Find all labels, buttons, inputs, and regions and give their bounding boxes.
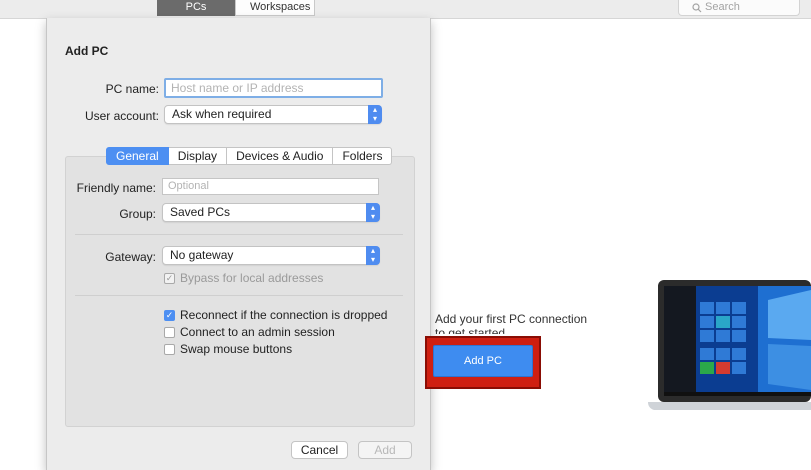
- gateway-popup[interactable]: No gateway ▴ ▾: [162, 246, 380, 265]
- search-field[interactable]: Search: [678, 0, 800, 16]
- bypass-checkbox[interactable]: ✓ Bypass for local addresses: [164, 271, 323, 285]
- group-label: Group:: [119, 207, 156, 221]
- search-icon: [692, 3, 702, 13]
- tab-display[interactable]: Display: [168, 147, 228, 165]
- friendly-name-placeholder: Optional: [168, 180, 209, 192]
- pc-name-input[interactable]: Host name or IP address: [164, 78, 383, 98]
- view-segmented-control: PCs Workspaces: [157, 0, 315, 16]
- bypass-label: Bypass for local addresses: [180, 271, 324, 285]
- swap-mouse-checkbox[interactable]: Swap mouse buttons: [164, 342, 292, 356]
- checkbox-check-icon: ✓: [164, 309, 175, 321]
- settings-panel: [65, 156, 415, 427]
- admin-session-checkbox[interactable]: Connect to an admin session: [164, 325, 335, 339]
- gateway-label: Gateway:: [105, 250, 156, 264]
- user-account-popup[interactable]: Ask when required ▴ ▾: [164, 105, 382, 124]
- friendly-name-input[interactable]: Optional: [162, 178, 379, 195]
- reconnect-label: Reconnect if the connection is dropped: [180, 308, 388, 322]
- empty-state-message: Add your first PC connection to get star…: [435, 312, 588, 334]
- gateway-value: No gateway: [170, 248, 234, 262]
- user-account-label: User account:: [84, 109, 159, 123]
- popup-arrows-icon: ▴ ▾: [368, 105, 382, 124]
- pc-name-label: PC name:: [105, 82, 159, 96]
- group-popup[interactable]: Saved PCs ▴ ▾: [162, 203, 380, 222]
- add-pc-sheet: Add PC PC name: Host name or IP address …: [46, 18, 431, 470]
- checkbox-empty-icon: [164, 343, 175, 355]
- tab-pcs[interactable]: PCs: [157, 0, 235, 16]
- admin-session-label: Connect to an admin session: [180, 325, 335, 339]
- sheet-title: Add PC: [65, 44, 109, 58]
- popup-arrows-icon: ▴ ▾: [366, 203, 380, 222]
- tab-workspaces[interactable]: Workspaces: [235, 0, 315, 16]
- tab-devices-audio[interactable]: Devices & Audio: [227, 147, 334, 165]
- swap-mouse-label: Swap mouse buttons: [180, 342, 293, 356]
- toolbar: PCs Workspaces Search: [0, 0, 811, 19]
- group-value: Saved PCs: [170, 205, 231, 219]
- settings-tabs: General Display Devices & Audio Folders: [106, 147, 393, 165]
- search-placeholder: Search: [705, 1, 740, 13]
- friendly-name-label: Friendly name:: [76, 181, 156, 195]
- checkbox-empty-icon: [164, 326, 175, 338]
- popup-arrows-icon: ▴ ▾: [366, 246, 380, 265]
- reconnect-checkbox[interactable]: ✓ Reconnect if the connection is dropped: [164, 308, 387, 322]
- tab-folders[interactable]: Folders: [333, 147, 393, 165]
- section-divider: [75, 234, 403, 235]
- user-account-value: Ask when required: [172, 107, 272, 121]
- cancel-button[interactable]: Cancel: [291, 441, 348, 459]
- add-pc-button[interactable]: Add PC: [433, 345, 533, 377]
- pc-name-placeholder: Host name or IP address: [171, 81, 304, 95]
- checkbox-check-icon: ✓: [164, 272, 175, 284]
- tab-general[interactable]: General: [106, 147, 169, 165]
- section-divider: [75, 295, 403, 296]
- add-button[interactable]: Add: [358, 441, 412, 459]
- laptop-illustration: [648, 280, 811, 410]
